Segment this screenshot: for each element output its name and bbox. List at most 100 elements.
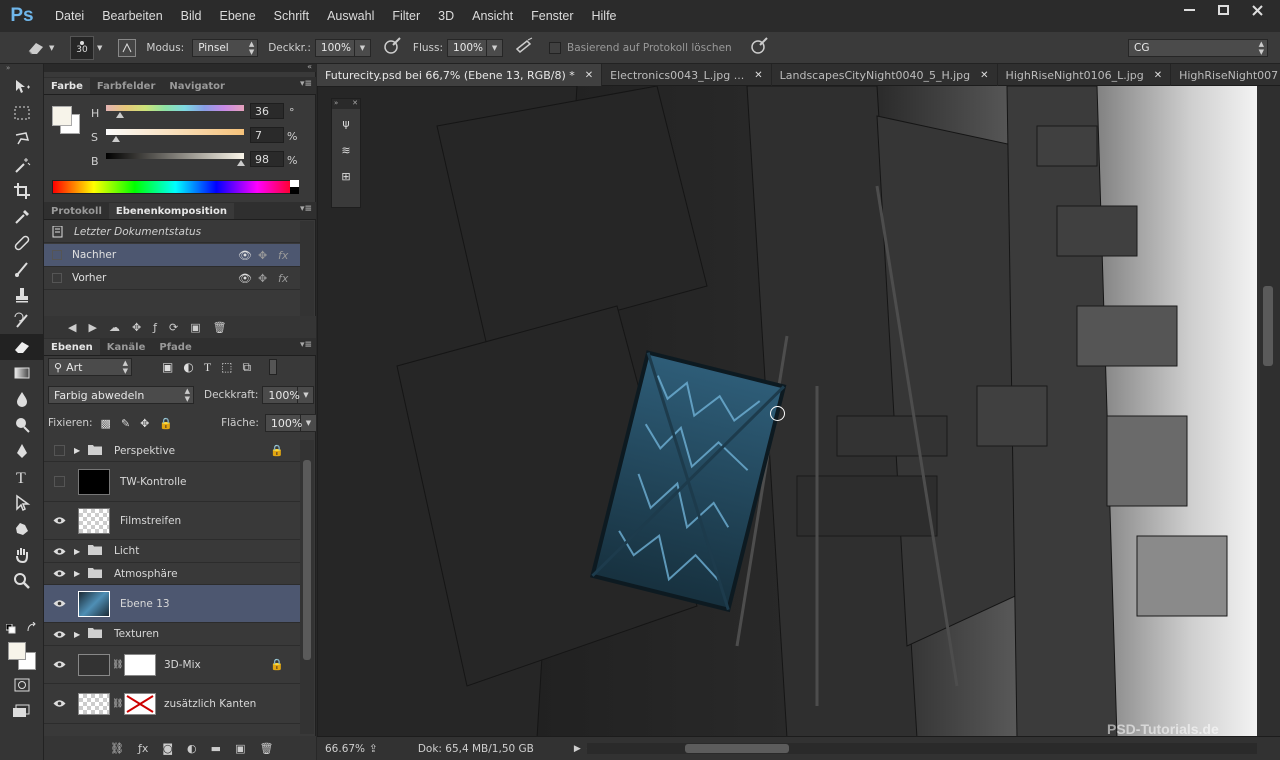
brush-size-picker[interactable]: 30 bbox=[70, 35, 94, 60]
composition-apply-box[interactable] bbox=[52, 273, 62, 283]
apply-position-icon[interactable]: ✥ bbox=[132, 321, 141, 334]
filter-pixel-icon[interactable]: ▣ bbox=[162, 360, 173, 375]
erase-to-history-checkbox[interactable]: Basierend auf Protokoll löschen bbox=[549, 41, 732, 54]
dock-collapse-icon[interactable]: « bbox=[307, 62, 312, 71]
add-mask-icon[interactable]: ◙ bbox=[162, 742, 173, 755]
composition-apply-box[interactable] bbox=[52, 250, 62, 260]
expand-group-icon[interactable]: ▶ bbox=[74, 547, 88, 556]
h-slider-thumb[interactable] bbox=[115, 112, 124, 118]
h-slider[interactable] bbox=[106, 105, 244, 111]
s-input[interactable]: 7 bbox=[250, 127, 284, 143]
layer-row[interactable]: ▶ Perspektive 🔒 bbox=[44, 440, 300, 462]
opacity-input[interactable]: 100% bbox=[262, 386, 300, 404]
fill-dropdown[interactable]: ▼ bbox=[300, 414, 317, 432]
panel-menu-icon[interactable]: ▾≡ bbox=[300, 79, 312, 89]
toolbar-collapse-icon[interactable]: » bbox=[0, 64, 43, 74]
canvas[interactable]: » ✕ ψ ≋ ⊞ PSD-Tutorials.de bbox=[317, 86, 1257, 738]
menu-bild[interactable]: Bild bbox=[172, 9, 211, 23]
layer-row[interactable]: ▶ Texturen bbox=[44, 623, 300, 646]
tab-pfade[interactable]: Pfade bbox=[152, 339, 198, 355]
zoom-tool-icon[interactable] bbox=[0, 568, 44, 594]
vertical-scrollbar[interactable] bbox=[1257, 86, 1280, 738]
layer-row[interactable]: Filmstreifen bbox=[44, 502, 300, 540]
layer-mask-thumbnail[interactable] bbox=[124, 692, 156, 715]
layer-row[interactable]: Ebene 13 bbox=[44, 585, 300, 623]
new-adjustment-icon[interactable]: ◐ bbox=[187, 742, 197, 755]
new-comp-icon[interactable]: ▣ bbox=[190, 321, 200, 334]
position-icon[interactable]: ✥ bbox=[258, 272, 278, 285]
visibility-eye-icon[interactable] bbox=[44, 569, 74, 578]
b-slider[interactable] bbox=[106, 153, 244, 159]
s-slider[interactable] bbox=[106, 129, 244, 135]
delete-layer-icon[interactable]: 🗑 bbox=[259, 742, 273, 755]
opacity-dropdown[interactable]: ▼ bbox=[298, 386, 315, 404]
history-brush-tool-icon[interactable] bbox=[0, 308, 44, 334]
visibility-eye-icon[interactable] bbox=[44, 630, 74, 639]
document-tab[interactable]: Futurecity.psd bei 66,7% (Ebene 13, RGB/… bbox=[317, 64, 603, 86]
brush-presets-icon[interactable]: ψ bbox=[332, 109, 360, 137]
menu-filter[interactable]: Filter bbox=[383, 9, 429, 23]
b-slider-thumb[interactable] bbox=[237, 160, 246, 166]
tab-ebenen[interactable]: Ebenen bbox=[44, 339, 100, 355]
visibility-eye-icon[interactable] bbox=[44, 660, 74, 669]
clone-source-icon[interactable]: ⊞ bbox=[332, 163, 360, 189]
new-layer-icon[interactable]: ▣ bbox=[235, 742, 245, 755]
tab-navigator[interactable]: Navigator bbox=[162, 78, 232, 94]
apply-visibility-icon[interactable]: ☁ bbox=[109, 321, 120, 334]
eraser-tool-icon[interactable] bbox=[0, 334, 44, 360]
panel-menu-icon[interactable]: ▾≡ bbox=[300, 204, 312, 214]
fluss-dropdown[interactable]: ▼ bbox=[487, 38, 504, 57]
tab-protokoll[interactable]: Protokoll bbox=[44, 203, 109, 219]
visibility-eye-icon[interactable] bbox=[44, 599, 74, 608]
apply-style-icon[interactable]: ƒ bbox=[153, 321, 157, 334]
fluss-input[interactable]: 100% bbox=[447, 38, 488, 57]
path-selection-tool-icon[interactable] bbox=[0, 490, 44, 516]
eyedropper-tool-icon[interactable] bbox=[0, 204, 44, 230]
close-tab-icon[interactable]: ✕ bbox=[585, 70, 593, 81]
lock-transparency-icon[interactable]: ▩ bbox=[101, 417, 111, 430]
document-tab[interactable]: Electronics0043_L.jpg ... ✕ bbox=[602, 64, 772, 86]
visibility-toggle[interactable] bbox=[44, 445, 74, 456]
visibility-icon[interactable]: 👁 bbox=[238, 249, 258, 262]
layer-mask-thumbnail[interactable] bbox=[124, 653, 156, 676]
layer-filter-select[interactable]: ⚲ Art ▲ ▼ bbox=[48, 358, 132, 376]
menu-datei[interactable]: Datei bbox=[46, 9, 93, 23]
brush-settings-icon[interactable]: ≋ bbox=[332, 137, 360, 163]
filter-toggle[interactable] bbox=[269, 359, 278, 375]
airbrush-icon[interactable] bbox=[515, 37, 535, 58]
appearance-icon[interactable]: fx bbox=[278, 272, 294, 285]
foreground-color-swatch[interactable] bbox=[8, 642, 26, 660]
b-input[interactable]: 98 bbox=[250, 151, 284, 167]
photoshop-logo[interactable]: Ps bbox=[4, 0, 40, 32]
lasso-tool-icon[interactable] bbox=[0, 126, 44, 152]
type-tool-icon[interactable]: T bbox=[0, 464, 44, 490]
filter-type-icon[interactable]: T bbox=[204, 360, 211, 375]
layer-style-icon[interactable]: ƒx bbox=[138, 742, 148, 755]
menu-fenster[interactable]: Fenster bbox=[522, 9, 582, 23]
menu-schrift[interactable]: Schrift bbox=[265, 9, 318, 23]
close-tab-icon[interactable]: ✕ bbox=[754, 70, 762, 81]
new-group-icon[interactable]: ▬ bbox=[211, 742, 221, 755]
filter-adjustment-icon[interactable]: ◐ bbox=[183, 360, 193, 375]
tab-kanaele[interactable]: Kanäle bbox=[100, 339, 153, 355]
position-icon[interactable]: ✥ bbox=[258, 249, 278, 262]
previous-comp-icon[interactable]: ◀ bbox=[68, 321, 76, 334]
brush-size-dropdown-arrow[interactable]: ▼ bbox=[97, 44, 102, 52]
menu-bearbeiten[interactable]: Bearbeiten bbox=[93, 9, 171, 23]
update-comp-icon[interactable]: ⟳ bbox=[169, 321, 178, 334]
dodge-tool-icon[interactable] bbox=[0, 412, 44, 438]
hand-tool-icon[interactable] bbox=[0, 542, 44, 568]
magic-wand-tool-icon[interactable] bbox=[0, 152, 44, 178]
menu-3d[interactable]: 3D bbox=[429, 9, 463, 23]
document-tab[interactable]: LandscapesCityNight0040_5_H.jpg ✕ bbox=[772, 64, 998, 86]
menu-ansicht[interactable]: Ansicht bbox=[463, 9, 522, 23]
tab-farbe[interactable]: Farbe bbox=[44, 78, 90, 94]
deckkr-dropdown[interactable]: ▼ bbox=[354, 38, 371, 57]
filter-shape-icon[interactable]: ⬚ bbox=[221, 360, 232, 375]
maximize-icon[interactable] bbox=[1206, 0, 1240, 20]
appearance-icon[interactable]: fx bbox=[278, 249, 294, 262]
blur-tool-icon[interactable] bbox=[0, 386, 44, 412]
expand-group-icon[interactable]: ▶ bbox=[74, 569, 88, 578]
color-spectrum-bar[interactable] bbox=[52, 180, 299, 194]
default-colors-icon[interactable] bbox=[5, 623, 16, 634]
